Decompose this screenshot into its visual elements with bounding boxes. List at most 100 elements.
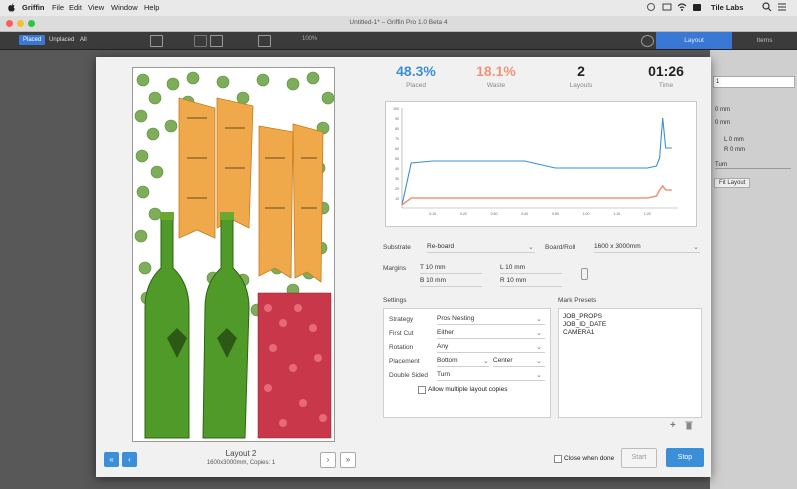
y-tick-label: 30 bbox=[395, 177, 399, 181]
inspector-right[interactable]: R 0 mm bbox=[724, 147, 745, 153]
start-button[interactable]: Start bbox=[621, 448, 657, 468]
placed-percent: 48.3% bbox=[396, 63, 436, 79]
x-tick-label: 0:10 bbox=[429, 212, 436, 216]
y-tick-label: 90 bbox=[395, 117, 399, 121]
rotation-label: Rotation bbox=[389, 344, 414, 351]
segment-placed[interactable]: Placed bbox=[19, 35, 46, 45]
menu-window[interactable]: Window bbox=[111, 3, 138, 12]
layout-preview-sheet[interactable] bbox=[132, 67, 335, 442]
menu-help[interactable]: Help bbox=[144, 3, 159, 12]
tab-items[interactable]: Items bbox=[732, 32, 797, 49]
menu-view[interactable]: View bbox=[88, 3, 104, 12]
notification-list-icon[interactable] bbox=[777, 2, 787, 14]
sync-icon[interactable] bbox=[646, 2, 656, 14]
double-sided-chevron-icon[interactable]: ⌄ bbox=[536, 371, 542, 379]
link-margins-icon[interactable] bbox=[581, 268, 588, 280]
progress-chart-svg: 10 20 30 40 50 60 70 80 90 100 0:10 0:20 0:30 0:40 0:5… bbox=[393, 107, 678, 216]
inspector-left[interactable]: L 0 mm bbox=[724, 137, 744, 143]
substrate-select[interactable]: Re-board bbox=[427, 242, 535, 253]
series-line-placed bbox=[401, 117, 672, 206]
x-tick-label: 0:20 bbox=[460, 212, 467, 216]
settings-title: Settings bbox=[383, 297, 407, 304]
apple-icon[interactable] bbox=[8, 3, 16, 14]
placement-vertical-select[interactable]: Bottom bbox=[437, 356, 489, 367]
grid-view-icon[interactable] bbox=[210, 35, 223, 47]
placement-vertical-chevron-icon[interactable]: ⌄ bbox=[483, 357, 489, 365]
inspector-field-1[interactable]: 1 bbox=[713, 76, 795, 88]
last-layout-button[interactable]: » bbox=[340, 452, 356, 468]
chart-axes bbox=[401, 108, 678, 209]
inspector-mm-2[interactable]: 0 mm bbox=[715, 120, 730, 126]
board-roll-chevron-icon[interactable]: ⌄ bbox=[693, 243, 699, 251]
battery-icon[interactable] bbox=[692, 2, 702, 14]
list-view-icon[interactable] bbox=[194, 35, 207, 47]
time-label: Time bbox=[658, 82, 674, 89]
double-sided-label: Double Sided bbox=[389, 372, 429, 379]
strategy-select[interactable]: Pros Nesting bbox=[437, 314, 545, 325]
mark-preset-item[interactable]: CAMERA1 bbox=[563, 329, 594, 336]
rotation-select[interactable]: Any bbox=[437, 342, 545, 353]
first-cut-label: First Cut bbox=[389, 330, 414, 337]
first-cut-chevron-icon[interactable]: ⌄ bbox=[536, 329, 542, 337]
layers-icon[interactable] bbox=[258, 35, 271, 47]
double-sided-select[interactable]: Turn bbox=[437, 370, 545, 381]
wifi-icon[interactable] bbox=[677, 2, 687, 14]
layouts-count: 2 bbox=[577, 63, 585, 79]
margin-top-field[interactable]: T 10 mm bbox=[420, 263, 482, 274]
rotation-chevron-icon[interactable]: ⌄ bbox=[536, 343, 542, 351]
close-when-done-label: Close when done bbox=[564, 455, 615, 462]
document-icon[interactable] bbox=[150, 35, 163, 47]
inspector-panel: 1 0 mm 0 mm L 0 mm R 0 mm Turn Fit Layou… bbox=[710, 50, 797, 489]
menu-app-griffin[interactable]: Griffin bbox=[22, 3, 45, 12]
mark-presets-list[interactable]: JOB_PROPS JOB_ID_DATE CAMERA1 bbox=[558, 308, 702, 418]
next-layout-button[interactable]: › bbox=[320, 452, 336, 468]
strategy-chevron-icon[interactable]: ⌄ bbox=[536, 315, 542, 323]
y-tick-label: 70 bbox=[395, 137, 399, 141]
y-tick-label: 10 bbox=[395, 197, 399, 201]
mark-preset-item[interactable]: JOB_ID_DATE bbox=[563, 321, 606, 328]
y-tick-label: 40 bbox=[395, 167, 399, 171]
waste-percent: 18.1% bbox=[476, 63, 516, 79]
layouts-label: Layouts bbox=[569, 82, 593, 89]
x-tick-label: 0:30 bbox=[491, 212, 498, 216]
margin-left-field[interactable]: L 10 mm bbox=[500, 263, 562, 274]
mark-presets-title: Mark Presets bbox=[558, 297, 597, 304]
mark-preset-item[interactable]: JOB_PROPS bbox=[563, 313, 602, 320]
segment-unplaced[interactable]: Unplaced bbox=[46, 35, 77, 45]
first-layout-button[interactable]: « bbox=[104, 452, 119, 467]
fit-layout-button[interactable]: Fit Layout bbox=[714, 178, 751, 188]
placement-label: Placement bbox=[389, 358, 420, 365]
y-tick-label: 20 bbox=[395, 187, 399, 191]
spotlight-search-icon[interactable] bbox=[762, 2, 772, 14]
info-icon[interactable] bbox=[641, 35, 654, 47]
close-when-done-checkbox[interactable] bbox=[554, 455, 562, 463]
y-tick-label: 60 bbox=[395, 147, 399, 151]
settings-panel: Strategy Pros Nesting ⌄ First Cut Either… bbox=[383, 308, 551, 418]
y-tick-label: 50 bbox=[395, 157, 399, 161]
zoom-menu[interactable]: 100% bbox=[302, 36, 317, 42]
x-tick-label: 0:40 bbox=[521, 212, 528, 216]
toolbar: Placed Unplaced All 100% Layout Items bbox=[0, 32, 797, 50]
previous-layout-button[interactable]: ‹ bbox=[122, 452, 137, 467]
x-tick-label: 1:00 bbox=[583, 212, 590, 216]
menu-edit[interactable]: Edit bbox=[69, 3, 82, 12]
trash-icon[interactable] bbox=[685, 421, 693, 432]
first-cut-select[interactable]: Either bbox=[437, 328, 545, 339]
stop-button[interactable]: Stop bbox=[666, 448, 704, 467]
layout-info: 1600x3000mm, Copies: 1 bbox=[206, 460, 276, 466]
tab-layout[interactable]: Layout bbox=[656, 32, 732, 49]
menu-user-tile-labs[interactable]: Tile Labs bbox=[711, 3, 743, 12]
inspector-turn[interactable]: Turn bbox=[715, 162, 791, 169]
menu-file[interactable]: File bbox=[52, 3, 64, 12]
substrate-chevron-icon[interactable]: ⌄ bbox=[528, 243, 534, 251]
margin-right-field[interactable]: R 10 mm bbox=[500, 276, 562, 287]
layout-name: Layout 2 bbox=[225, 449, 257, 458]
allow-multiple-checkbox[interactable] bbox=[418, 386, 426, 394]
cast-icon[interactable] bbox=[662, 2, 672, 14]
placement-horizontal-chevron-icon[interactable]: ⌄ bbox=[536, 357, 542, 365]
inspector-mm-1[interactable]: 0 mm bbox=[715, 107, 730, 113]
margin-bottom-field[interactable]: B 10 mm bbox=[420, 276, 482, 287]
board-roll-select[interactable]: 1600 x 3000mm bbox=[594, 242, 700, 253]
segment-all[interactable]: All bbox=[80, 35, 87, 45]
add-preset-icon[interactable]: + bbox=[670, 420, 676, 431]
